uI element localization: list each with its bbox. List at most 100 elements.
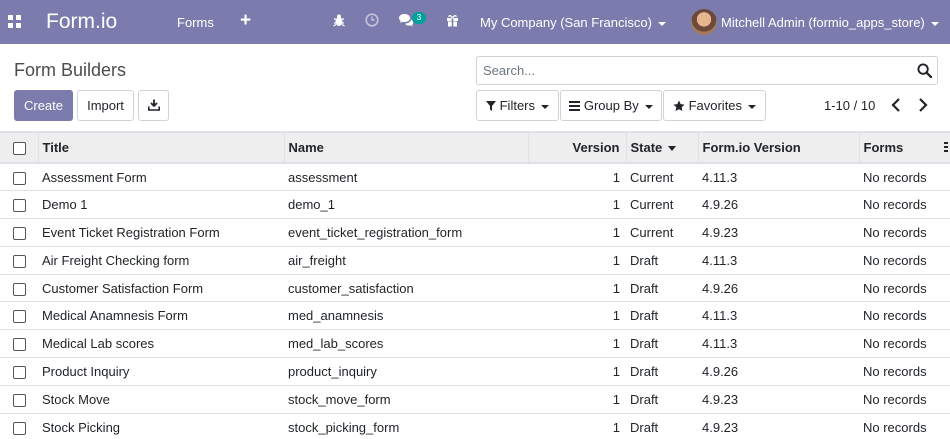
cell-formio-version[interactable]: 4.9.23: [698, 413, 859, 439]
row-checkbox-cell[interactable]: [0, 218, 38, 247]
bug-icon[interactable]: [333, 13, 345, 31]
cell-name[interactable]: event_ticket_registration_form: [284, 218, 528, 247]
cell-title[interactable]: Customer Satisfaction Form: [38, 274, 284, 303]
row-checkbox[interactable]: [13, 227, 26, 241]
cell-formio-version[interactable]: 4.9.23: [698, 385, 859, 414]
row-checkbox-cell[interactable]: [0, 329, 38, 359]
cell-name[interactable]: med_anamnesis: [284, 301, 528, 331]
cell-formio-version[interactable]: 4.9.23: [698, 218, 859, 247]
cell-title[interactable]: Stock Picking: [38, 413, 284, 439]
row-checkbox-cell[interactable]: [0, 413, 38, 439]
column-name[interactable]: Name: [283, 131, 528, 164]
cell-forms[interactable]: No records: [859, 246, 950, 275]
app-brand[interactable]: Form.io: [46, 9, 117, 35]
download-button[interactable]: [138, 90, 169, 121]
row-checkbox-cell[interactable]: [0, 301, 38, 331]
cell-state[interactable]: Draft: [626, 329, 698, 359]
activity-clock-icon[interactable]: [365, 13, 379, 31]
cell-name[interactable]: air_freight: [284, 246, 528, 275]
optional-columns-icon[interactable]: [944, 142, 948, 154]
row-checkbox[interactable]: [13, 366, 26, 379]
cell-title[interactable]: Air Freight Checking form: [38, 246, 284, 275]
cell-version[interactable]: 1: [528, 246, 626, 275]
row-checkbox[interactable]: [13, 421, 26, 435]
cell-version[interactable]: 1: [528, 413, 626, 439]
user-menu[interactable]: Mitchell Admin (formio_apps_store): [721, 15, 939, 30]
cell-formio-version[interactable]: 4.11.3: [698, 246, 859, 275]
cell-version[interactable]: 1: [528, 163, 626, 192]
cell-state[interactable]: Draft: [626, 274, 698, 303]
table-row[interactable]: Product Inquiry product_inquiry 1 Draft 4.9.…: [0, 357, 950, 386]
cell-version[interactable]: 1: [528, 329, 626, 359]
row-checkbox-cell[interactable]: [0, 163, 38, 192]
user-avatar[interactable]: [691, 9, 717, 35]
cell-state[interactable]: Current: [626, 190, 698, 220]
row-checkbox[interactable]: [13, 199, 26, 213]
cell-title[interactable]: Assessment Form: [38, 163, 284, 192]
cell-version[interactable]: 1: [528, 218, 626, 247]
row-checkbox[interactable]: [13, 282, 26, 296]
cell-forms[interactable]: No records: [859, 357, 950, 386]
cell-forms[interactable]: No records: [859, 218, 950, 247]
cell-name[interactable]: product_inquiry: [284, 357, 528, 386]
table-row[interactable]: Customer Satisfaction Form customer_satis…: [0, 274, 950, 303]
cell-version[interactable]: 1: [528, 274, 626, 303]
cell-title[interactable]: Product Inquiry: [38, 357, 284, 386]
row-checkbox-cell[interactable]: [0, 357, 38, 386]
cell-state[interactable]: Draft: [626, 385, 698, 414]
group-by-button[interactable]: Group By: [560, 90, 662, 121]
cell-forms[interactable]: No records: [859, 329, 950, 359]
chevron-left-icon[interactable]: [889, 96, 903, 114]
cell-title[interactable]: Medical Anamnesis Form: [38, 301, 284, 331]
cell-state[interactable]: Draft: [626, 301, 698, 331]
cell-formio-version[interactable]: 4.9.26: [698, 274, 859, 303]
cell-formio-version[interactable]: 4.11.3: [698, 301, 859, 331]
column-forms[interactable]: Forms: [858, 131, 950, 164]
cell-state[interactable]: Draft: [626, 357, 698, 386]
cell-title[interactable]: Demo 1: [38, 190, 284, 220]
column-formio-version[interactable]: Form.io Version: [697, 131, 859, 164]
row-checkbox[interactable]: [13, 338, 26, 352]
table-row[interactable]: Stock Move stock_move_form 1 Draft 4.9.23 No …: [0, 385, 950, 414]
table-row[interactable]: Medical Anamnesis Form med_anamnesis 1 Draf…: [0, 301, 950, 331]
row-checkbox-cell[interactable]: [0, 274, 38, 303]
table-row[interactable]: Assessment Form assessment 1 Current 4.11.3 N…: [0, 163, 950, 192]
cell-state[interactable]: Draft: [626, 413, 698, 439]
column-title[interactable]: Title: [37, 131, 284, 164]
filters-button[interactable]: Filters: [476, 90, 559, 121]
select-all-checkbox[interactable]: [13, 142, 26, 156]
cell-formio-version[interactable]: 4.11.3: [698, 163, 859, 192]
row-checkbox[interactable]: [13, 254, 26, 268]
cell-name[interactable]: customer_satisfaction: [284, 274, 528, 303]
column-state[interactable]: State: [625, 131, 698, 164]
company-switcher[interactable]: My Company (San Francisco): [480, 15, 666, 30]
row-checkbox-cell[interactable]: [0, 190, 38, 220]
row-checkbox-cell[interactable]: [0, 385, 38, 414]
import-button[interactable]: Import: [77, 90, 134, 121]
select-all-checkbox-cell[interactable]: [0, 131, 38, 164]
favorites-button[interactable]: Favorites: [663, 90, 766, 121]
cell-forms[interactable]: No records: [859, 301, 950, 331]
cell-formio-version[interactable]: 4.11.3: [698, 329, 859, 359]
cell-forms[interactable]: No records: [859, 190, 950, 220]
cell-name[interactable]: demo_1: [284, 190, 528, 220]
row-checkbox-cell[interactable]: [0, 246, 38, 275]
cell-state[interactable]: Current: [626, 218, 698, 247]
cell-title[interactable]: Stock Move: [38, 385, 284, 414]
row-checkbox[interactable]: [13, 393, 26, 407]
cell-name[interactable]: stock_move_form: [284, 385, 528, 414]
table-row[interactable]: Air Freight Checking form air_freight 1 Dra…: [0, 246, 950, 275]
search-icon[interactable]: [917, 63, 932, 78]
table-row[interactable]: Stock Picking stock_picking_form 1 Draft 4.9…: [0, 413, 950, 439]
cell-name[interactable]: stock_picking_form: [284, 413, 528, 439]
row-checkbox[interactable]: [13, 310, 26, 324]
create-button[interactable]: Create: [14, 90, 73, 121]
cell-version[interactable]: 1: [528, 190, 626, 220]
cell-title[interactable]: Medical Lab scores: [38, 329, 284, 359]
cell-version[interactable]: 1: [528, 301, 626, 331]
search-input[interactable]: [477, 57, 897, 84]
cell-forms[interactable]: No records: [859, 385, 950, 414]
cell-name[interactable]: assessment: [284, 163, 528, 192]
cell-state[interactable]: Draft: [626, 246, 698, 275]
cell-forms[interactable]: No records: [859, 274, 950, 303]
